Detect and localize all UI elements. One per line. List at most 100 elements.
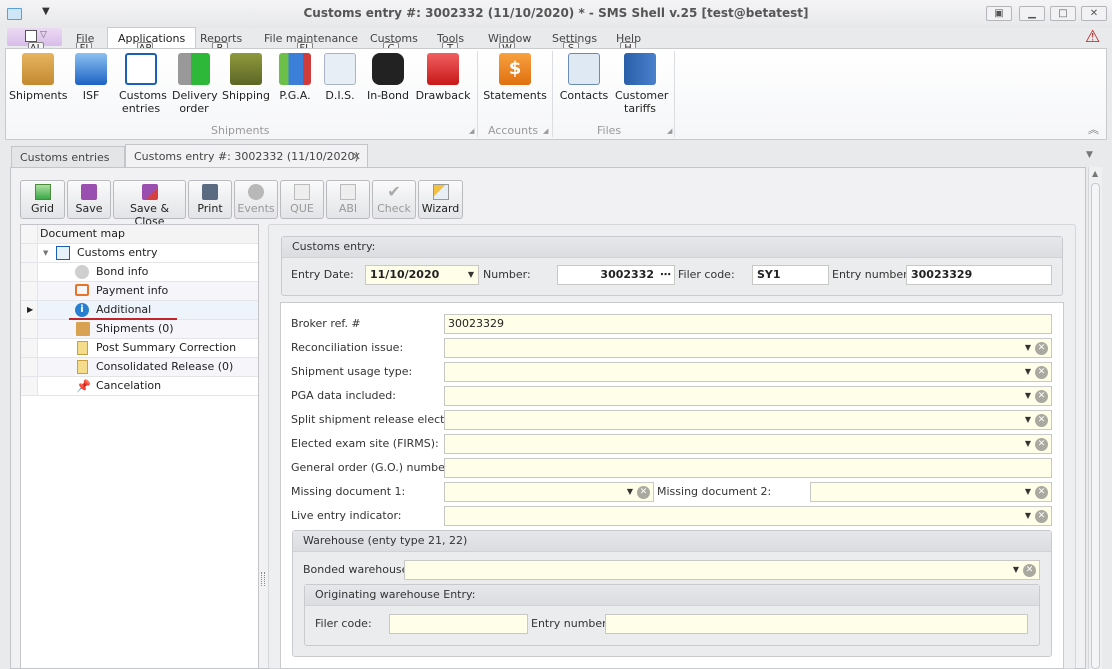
orig-entry-number-field[interactable]	[605, 614, 1028, 634]
bonded-warehouse-select[interactable]: ▼ ✕	[404, 560, 1040, 580]
clear-icon[interactable]: ✕	[637, 486, 650, 499]
ribbon-shipping-button[interactable]: Shipping	[220, 53, 272, 102]
dropdown-arrow-icon[interactable]: ▼	[1025, 387, 1031, 405]
number-label: Number:	[483, 268, 531, 281]
collapse-ribbon-icon[interactable]: ︽	[1088, 121, 1099, 137]
tree-node-cancelation[interactable]: 📌 Cancelation	[21, 377, 258, 396]
clear-icon[interactable]: ✕	[1023, 564, 1036, 577]
dropdown-arrow-icon[interactable]: ▼	[1025, 507, 1031, 525]
live-entry-indicator-select[interactable]: ▼ ✕	[444, 506, 1052, 526]
document-map: Document map ▼ Customs entry Bond info P…	[20, 224, 259, 669]
ribbon-in-bond-button[interactable]: In-Bond	[364, 53, 412, 102]
clear-icon[interactable]: ✕	[1035, 486, 1048, 499]
grid-button[interactable]: Grid	[20, 180, 65, 219]
clear-icon[interactable]: ✕	[1035, 366, 1048, 379]
group-launcher-icon[interactable]: ◢	[469, 127, 474, 135]
tab-list-dropdown-icon[interactable]: ▼	[1086, 150, 1093, 160]
clear-icon[interactable]: ✕	[1035, 342, 1048, 355]
ribbon-dis-button[interactable]: D.I.S.	[318, 53, 362, 102]
save-button[interactable]: Save	[67, 180, 111, 219]
clear-icon[interactable]: ✕	[1035, 390, 1048, 403]
events-button[interactable]: Events	[234, 180, 278, 219]
box-icon	[76, 322, 90, 336]
dropdown-arrow-icon[interactable]: ▼	[1025, 363, 1031, 381]
tree-node-customs-entry[interactable]: ▼ Customs entry	[21, 244, 258, 263]
printer-icon	[202, 184, 218, 200]
scroll-up-icon[interactable]: ▲	[1092, 169, 1098, 178]
ribbon-shipments-button[interactable]: Shipments	[9, 53, 68, 102]
checkmark-icon: ✔	[387, 182, 401, 201]
dropdown-arrow-icon[interactable]: ▼	[627, 483, 633, 501]
ellipsis-button-icon[interactable]: ⋯	[660, 266, 671, 284]
ribbon-pga-button[interactable]: P.G.A.	[273, 53, 317, 102]
missing-document-1-select[interactable]: ▼ ✕	[444, 482, 654, 502]
dropdown-arrow-icon[interactable]: ▼	[468, 266, 474, 284]
vertical-scrollbar[interactable]: ▲	[1088, 167, 1102, 669]
print-button[interactable]: Print	[188, 180, 232, 219]
missing-document-2-select[interactable]: ▼ ✕	[810, 482, 1052, 502]
doc-tab-customs-entries[interactable]: Customs entries	[11, 146, 125, 168]
close-button[interactable]: ✕	[1081, 6, 1107, 21]
tree-node-bond-info[interactable]: Bond info	[21, 263, 258, 282]
dropdown-arrow-icon[interactable]: ▼	[1025, 483, 1031, 501]
clear-icon[interactable]: ✕	[1035, 414, 1048, 427]
number-field[interactable]: 3002332 ⋯	[557, 265, 675, 285]
ribbon-separator	[552, 51, 553, 137]
broker-ref-field[interactable]: 30023329	[444, 314, 1052, 334]
ribbon-drawback-button[interactable]: Drawback	[415, 53, 471, 102]
restore-button[interactable]: ▣	[986, 6, 1012, 21]
split-shipment-select[interactable]: ▼ ✕	[444, 410, 1052, 430]
group-label-files: Files	[597, 124, 622, 137]
dropdown-arrow-icon[interactable]: ▼	[1025, 339, 1031, 357]
que-button[interactable]: QUE	[280, 180, 324, 219]
check-button[interactable]: ✔ Check	[372, 180, 416, 219]
clear-icon[interactable]: ✕	[1035, 438, 1048, 451]
filer-code-field[interactable]: SY1	[752, 265, 829, 285]
tree-node-consolidated-release[interactable]: Consolidated Release (0)	[21, 358, 258, 377]
reconciliation-issue-select[interactable]: ▼ ✕	[444, 338, 1052, 358]
group-launcher-icon[interactable]: ◢	[543, 127, 548, 135]
collapse-icon[interactable]: ▼	[43, 244, 48, 262]
clear-icon[interactable]: ✕	[1035, 510, 1048, 523]
dropdown-arrow-icon[interactable]: ▼	[1025, 411, 1031, 429]
tree-node-additional[interactable]: ▶ i Additional	[21, 301, 258, 320]
ribbon-contacts-button[interactable]: Contacts	[559, 53, 609, 102]
wizard-button[interactable]: Wizard	[418, 180, 463, 219]
shipment-usage-type-select[interactable]: ▼ ✕	[444, 362, 1052, 382]
scroll-thumb[interactable]	[1091, 183, 1100, 669]
envelope-download-icon	[340, 184, 356, 200]
dropdown-arrow-icon[interactable]: ▼	[1013, 561, 1019, 579]
tree-node-payment-info[interactable]: Payment info	[21, 282, 258, 301]
ribbon-customer-tariffs-button[interactable]: Customer tariffs	[612, 53, 668, 115]
abi-button[interactable]: ABI	[326, 180, 370, 219]
envelope-clip-icon	[324, 53, 356, 85]
warning-triangle-icon[interactable]: ⚠	[1085, 28, 1100, 46]
live-entry-indicator-label: Live entry indicator:	[291, 509, 402, 522]
title-bar: ▼ Customs entry #: 3002332 (11/10/2020) …	[0, 0, 1112, 28]
save-close-button[interactable]: Save & Close	[113, 180, 186, 228]
pga-data-included-select[interactable]: ▼ ✕	[444, 386, 1052, 406]
events-icon	[248, 184, 264, 200]
entry-date-picker[interactable]: 11/10/2020 ▼	[365, 265, 479, 285]
ribbon-customs-entries-button[interactable]: Customs entries	[114, 53, 168, 115]
group-launcher-icon[interactable]: ◢	[667, 127, 672, 135]
orig-filer-code-field[interactable]	[389, 614, 528, 634]
ribbon-delivery-order-button[interactable]: Delivery order	[169, 53, 219, 115]
dropdown-arrow-icon[interactable]: ▼	[1025, 435, 1031, 453]
splitter-handle[interactable]	[261, 572, 265, 586]
tree-node-post-summary-correction[interactable]: Post Summary Correction	[21, 339, 258, 358]
ribbon-isf-button[interactable]: ISF	[68, 53, 114, 102]
wizard-wand-icon	[432, 184, 449, 200]
document-map-header: Document map	[21, 225, 258, 244]
save-icon	[81, 184, 97, 200]
ribbon-statements-button[interactable]: $ Accounts Statements	[482, 53, 548, 102]
originating-warehouse-title: Originating warehouse Entry:	[305, 585, 1039, 606]
maximize-button[interactable]: □	[1050, 6, 1076, 21]
minimize-button[interactable]: ▁	[1019, 6, 1045, 21]
tree-node-shipments[interactable]: Shipments (0)	[21, 320, 258, 339]
general-order-field[interactable]	[444, 458, 1052, 478]
elected-exam-site-select[interactable]: ▼ ✕	[444, 434, 1052, 454]
doc-tab-customs-entry[interactable]: Customs entry #: 3002332 (11/10/2020) * …	[125, 144, 368, 187]
close-tab-icon[interactable]: ✕	[352, 145, 361, 169]
entry-number-field[interactable]: 30023329	[906, 265, 1052, 285]
